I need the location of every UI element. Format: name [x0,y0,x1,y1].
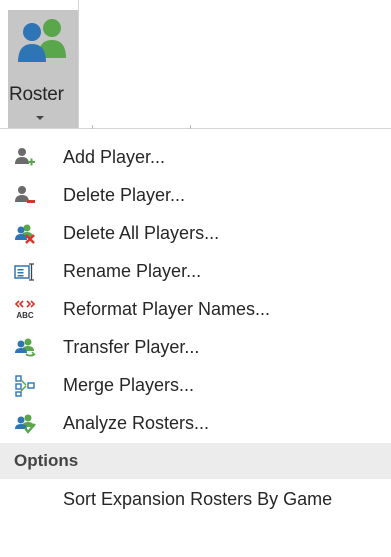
section-title: Options [14,451,79,470]
options-section-header: Options [0,443,391,479]
transfer-player-icon [14,337,36,359]
analyze-rosters-icon [14,413,36,435]
menu-item-rename-player[interactable]: Rename Player... [0,253,391,291]
menu-item-sort-expansion-rosters[interactable]: Sort Expansion Rosters By Game [0,481,391,519]
menu-item-label: Sort Expansion Rosters By Game [63,489,333,509]
menu-item-label: Merge Players... [63,375,195,395]
add-player-icon [14,147,36,169]
menu-item-merge-players[interactable]: Merge Players... [0,367,391,405]
menu-item-delete-all-players[interactable]: Delete All Players... [0,215,391,253]
menu-item-label: Transfer Player... [63,337,200,357]
menu-item-reformat-player-names[interactable]: ABC Reformat Player Names... [0,291,391,329]
menu-item-label: Add Player... [63,147,166,167]
menu-item-label: Rename Player... [63,261,202,281]
roster-dropdown-menu: Add Player... Delete Player... Delete Al… [0,125,391,557]
roster-icon [14,14,72,64]
roster-dropdown-button[interactable]: Roster [8,10,78,128]
ribbon-separator [78,0,79,130]
menu-item-label: Delete Player... [63,185,186,205]
merge-players-icon [14,375,36,397]
reformat-names-icon: ABC [14,299,36,321]
delete-player-icon [14,185,36,207]
menu-item-transfer-player[interactable]: Transfer Player... [0,329,391,367]
menu-item-add-player[interactable]: Add Player... [0,139,391,177]
menu-item-delete-player[interactable]: Delete Player... [0,177,391,215]
rename-player-icon [14,261,36,283]
ruler-tick [92,125,93,129]
svg-text:ABC: ABC [16,311,34,320]
ruler-tick [190,125,191,129]
menu-item-label: Reformat Player Names... [63,299,271,319]
ribbon-panel: Roster [0,0,391,130]
chevron-down-icon [36,116,44,120]
menu-item-analyze-rosters[interactable]: Analyze Rosters... [0,405,391,443]
delete-all-players-icon [14,223,36,245]
menu-item-label: Delete All Players... [63,223,220,243]
menu-item-label: Analyze Rosters... [63,413,210,433]
roster-label: Roster [9,84,64,105]
